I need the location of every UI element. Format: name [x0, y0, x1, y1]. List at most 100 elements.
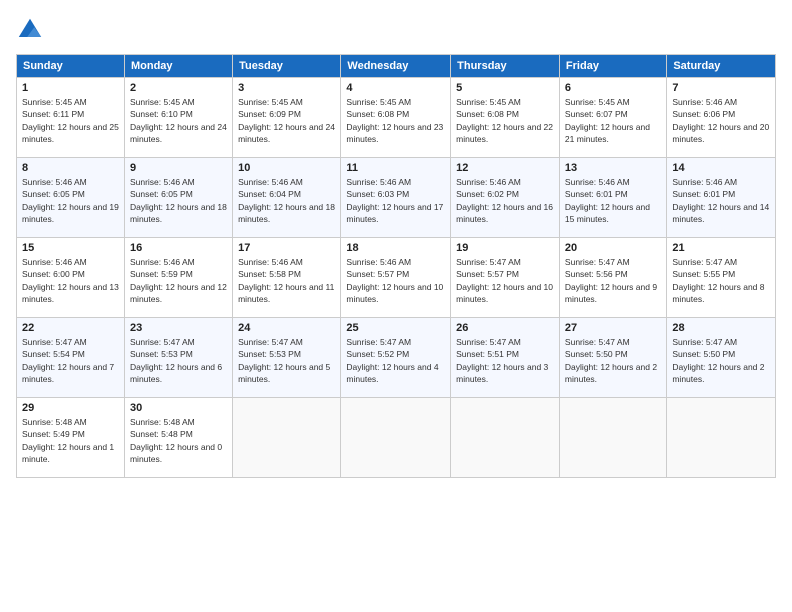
- day-number: 16: [130, 242, 227, 254]
- calendar-cell: 25 Sunrise: 5:47 AM Sunset: 5:52 PM Dayl…: [341, 318, 451, 398]
- day-number: 13: [565, 162, 661, 174]
- day-info: Sunrise: 5:46 AM Sunset: 6:04 PM Dayligh…: [238, 176, 335, 225]
- calendar-cell: 5 Sunrise: 5:45 AM Sunset: 6:08 PM Dayli…: [451, 78, 560, 158]
- calendar-weekday-friday: Friday: [559, 55, 666, 78]
- day-info: Sunrise: 5:48 AM Sunset: 5:48 PM Dayligh…: [130, 416, 227, 465]
- day-number: 15: [22, 242, 119, 254]
- calendar-cell: 14 Sunrise: 5:46 AM Sunset: 6:01 PM Dayl…: [667, 158, 776, 238]
- calendar-cell: 19 Sunrise: 5:47 AM Sunset: 5:57 PM Dayl…: [451, 238, 560, 318]
- day-number: 10: [238, 162, 335, 174]
- calendar-cell: 10 Sunrise: 5:46 AM Sunset: 6:04 PM Dayl…: [233, 158, 341, 238]
- day-info: Sunrise: 5:46 AM Sunset: 6:05 PM Dayligh…: [22, 176, 119, 225]
- calendar-cell: 20 Sunrise: 5:47 AM Sunset: 5:56 PM Dayl…: [559, 238, 666, 318]
- calendar-cell: 7 Sunrise: 5:46 AM Sunset: 6:06 PM Dayli…: [667, 78, 776, 158]
- day-number: 6: [565, 82, 661, 94]
- day-number: 1: [22, 82, 119, 94]
- day-info: Sunrise: 5:48 AM Sunset: 5:49 PM Dayligh…: [22, 416, 119, 465]
- day-info: Sunrise: 5:46 AM Sunset: 6:01 PM Dayligh…: [672, 176, 770, 225]
- calendar-cell: 8 Sunrise: 5:46 AM Sunset: 6:05 PM Dayli…: [17, 158, 125, 238]
- day-info: Sunrise: 5:47 AM Sunset: 5:50 PM Dayligh…: [672, 336, 770, 385]
- day-number: 27: [565, 322, 661, 334]
- day-info: Sunrise: 5:47 AM Sunset: 5:50 PM Dayligh…: [565, 336, 661, 385]
- calendar-cell: 28 Sunrise: 5:47 AM Sunset: 5:50 PM Dayl…: [667, 318, 776, 398]
- calendar-week-row: 1 Sunrise: 5:45 AM Sunset: 6:11 PM Dayli…: [17, 78, 776, 158]
- day-number: 26: [456, 322, 554, 334]
- header: [16, 16, 776, 44]
- calendar-cell: 1 Sunrise: 5:45 AM Sunset: 6:11 PM Dayli…: [17, 78, 125, 158]
- day-info: Sunrise: 5:46 AM Sunset: 6:00 PM Dayligh…: [22, 256, 119, 305]
- calendar-week-row: 15 Sunrise: 5:46 AM Sunset: 6:00 PM Dayl…: [17, 238, 776, 318]
- calendar-header-row: SundayMondayTuesdayWednesdayThursdayFrid…: [17, 55, 776, 78]
- logo: [16, 16, 48, 44]
- day-number: 22: [22, 322, 119, 334]
- calendar-week-row: 29 Sunrise: 5:48 AM Sunset: 5:49 PM Dayl…: [17, 398, 776, 478]
- calendar-cell: 12 Sunrise: 5:46 AM Sunset: 6:02 PM Dayl…: [451, 158, 560, 238]
- calendar-cell: 29 Sunrise: 5:48 AM Sunset: 5:49 PM Dayl…: [17, 398, 125, 478]
- calendar-weekday-tuesday: Tuesday: [233, 55, 341, 78]
- day-info: Sunrise: 5:47 AM Sunset: 5:56 PM Dayligh…: [565, 256, 661, 305]
- day-number: 7: [672, 82, 770, 94]
- day-number: 20: [565, 242, 661, 254]
- day-info: Sunrise: 5:47 AM Sunset: 5:57 PM Dayligh…: [456, 256, 554, 305]
- day-info: Sunrise: 5:46 AM Sunset: 6:06 PM Dayligh…: [672, 96, 770, 145]
- calendar-weekday-wednesday: Wednesday: [341, 55, 451, 78]
- day-number: 24: [238, 322, 335, 334]
- logo-icon: [16, 16, 44, 44]
- calendar-cell: [451, 398, 560, 478]
- calendar-cell: 4 Sunrise: 5:45 AM Sunset: 6:08 PM Dayli…: [341, 78, 451, 158]
- day-info: Sunrise: 5:46 AM Sunset: 6:03 PM Dayligh…: [346, 176, 445, 225]
- calendar-cell: 21 Sunrise: 5:47 AM Sunset: 5:55 PM Dayl…: [667, 238, 776, 318]
- calendar-cell: [233, 398, 341, 478]
- day-info: Sunrise: 5:46 AM Sunset: 5:58 PM Dayligh…: [238, 256, 335, 305]
- day-number: 30: [130, 402, 227, 414]
- day-number: 23: [130, 322, 227, 334]
- calendar-cell: 16 Sunrise: 5:46 AM Sunset: 5:59 PM Dayl…: [124, 238, 232, 318]
- calendar-cell: 23 Sunrise: 5:47 AM Sunset: 5:53 PM Dayl…: [124, 318, 232, 398]
- day-info: Sunrise: 5:46 AM Sunset: 5:57 PM Dayligh…: [346, 256, 445, 305]
- day-number: 29: [22, 402, 119, 414]
- day-info: Sunrise: 5:46 AM Sunset: 6:02 PM Dayligh…: [456, 176, 554, 225]
- calendar-cell: 27 Sunrise: 5:47 AM Sunset: 5:50 PM Dayl…: [559, 318, 666, 398]
- calendar-weekday-thursday: Thursday: [451, 55, 560, 78]
- calendar-cell: 15 Sunrise: 5:46 AM Sunset: 6:00 PM Dayl…: [17, 238, 125, 318]
- calendar-cell: 30 Sunrise: 5:48 AM Sunset: 5:48 PM Dayl…: [124, 398, 232, 478]
- day-number: 17: [238, 242, 335, 254]
- day-info: Sunrise: 5:45 AM Sunset: 6:11 PM Dayligh…: [22, 96, 119, 145]
- calendar-body: 1 Sunrise: 5:45 AM Sunset: 6:11 PM Dayli…: [17, 78, 776, 478]
- calendar-cell: 3 Sunrise: 5:45 AM Sunset: 6:09 PM Dayli…: [233, 78, 341, 158]
- calendar-cell: 9 Sunrise: 5:46 AM Sunset: 6:05 PM Dayli…: [124, 158, 232, 238]
- page: SundayMondayTuesdayWednesdayThursdayFrid…: [0, 0, 792, 612]
- day-info: Sunrise: 5:47 AM Sunset: 5:52 PM Dayligh…: [346, 336, 445, 385]
- day-number: 3: [238, 82, 335, 94]
- calendar-weekday-saturday: Saturday: [667, 55, 776, 78]
- day-number: 28: [672, 322, 770, 334]
- day-info: Sunrise: 5:45 AM Sunset: 6:09 PM Dayligh…: [238, 96, 335, 145]
- calendar-cell: 2 Sunrise: 5:45 AM Sunset: 6:10 PM Dayli…: [124, 78, 232, 158]
- day-info: Sunrise: 5:47 AM Sunset: 5:51 PM Dayligh…: [456, 336, 554, 385]
- day-number: 19: [456, 242, 554, 254]
- calendar-cell: 13 Sunrise: 5:46 AM Sunset: 6:01 PM Dayl…: [559, 158, 666, 238]
- day-number: 8: [22, 162, 119, 174]
- day-number: 14: [672, 162, 770, 174]
- calendar-weekday-monday: Monday: [124, 55, 232, 78]
- day-info: Sunrise: 5:46 AM Sunset: 6:01 PM Dayligh…: [565, 176, 661, 225]
- calendar-cell: 6 Sunrise: 5:45 AM Sunset: 6:07 PM Dayli…: [559, 78, 666, 158]
- day-info: Sunrise: 5:45 AM Sunset: 6:08 PM Dayligh…: [456, 96, 554, 145]
- day-info: Sunrise: 5:47 AM Sunset: 5:53 PM Dayligh…: [130, 336, 227, 385]
- day-info: Sunrise: 5:47 AM Sunset: 5:54 PM Dayligh…: [22, 336, 119, 385]
- calendar-cell: 24 Sunrise: 5:47 AM Sunset: 5:53 PM Dayl…: [233, 318, 341, 398]
- calendar-cell: [667, 398, 776, 478]
- day-info: Sunrise: 5:45 AM Sunset: 6:07 PM Dayligh…: [565, 96, 661, 145]
- day-info: Sunrise: 5:47 AM Sunset: 5:53 PM Dayligh…: [238, 336, 335, 385]
- calendar-cell: 18 Sunrise: 5:46 AM Sunset: 5:57 PM Dayl…: [341, 238, 451, 318]
- day-number: 18: [346, 242, 445, 254]
- calendar-week-row: 22 Sunrise: 5:47 AM Sunset: 5:54 PM Dayl…: [17, 318, 776, 398]
- day-info: Sunrise: 5:47 AM Sunset: 5:55 PM Dayligh…: [672, 256, 770, 305]
- calendar-weekday-sunday: Sunday: [17, 55, 125, 78]
- day-info: Sunrise: 5:46 AM Sunset: 5:59 PM Dayligh…: [130, 256, 227, 305]
- day-number: 21: [672, 242, 770, 254]
- day-number: 5: [456, 82, 554, 94]
- calendar-week-row: 8 Sunrise: 5:46 AM Sunset: 6:05 PM Dayli…: [17, 158, 776, 238]
- day-info: Sunrise: 5:46 AM Sunset: 6:05 PM Dayligh…: [130, 176, 227, 225]
- day-number: 2: [130, 82, 227, 94]
